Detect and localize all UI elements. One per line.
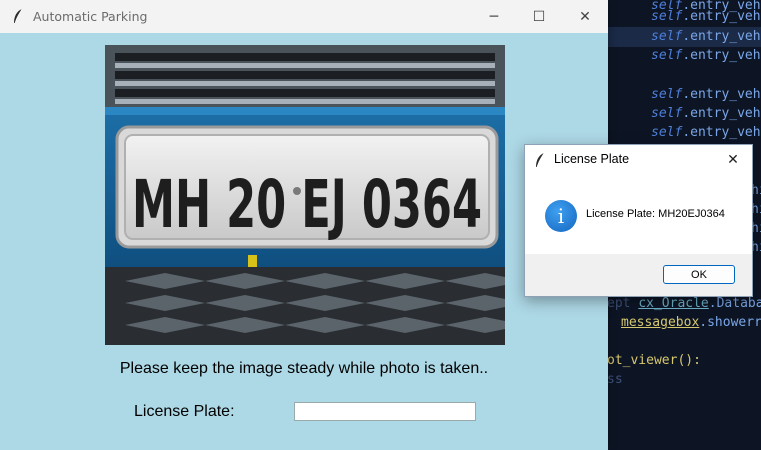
license-plate-image: MH 20 EJ 0364	[105, 45, 505, 345]
close-button[interactable]: ✕	[562, 0, 608, 33]
code-line: self.entry_vehi	[651, 48, 761, 63]
code-line-except: ept cx_Oracle.Databa	[607, 296, 761, 311]
dialog-title: License Plate	[554, 152, 630, 166]
dialog-close-button[interactable]: ✕	[718, 145, 748, 175]
code-line: self.entry_vehi	[651, 29, 761, 44]
dialog-message: License Plate: MH20EJ0364	[586, 208, 725, 220]
feather-icon	[536, 152, 545, 168]
license-plate-input[interactable]	[294, 402, 476, 421]
code-line: self.entry_vehi	[651, 125, 761, 140]
info-icon: i	[545, 200, 577, 232]
license-plate-dialog: License Plate ✕ i License Plate: MH20EJ0…	[524, 144, 753, 297]
window-title: Automatic Parking	[33, 9, 148, 24]
minimize-button[interactable]: ─	[471, 0, 517, 33]
window-titlebar[interactable]: Automatic Parking ─ ☐ ✕	[0, 0, 608, 33]
plate-number-text: MH 20 EJ 0364	[132, 166, 482, 243]
dialog-footer: OK	[525, 254, 752, 296]
camera-photo: MH 20 EJ 0364	[105, 45, 505, 345]
code-line-pass: ss	[607, 372, 623, 387]
feather-icon	[14, 8, 23, 24]
code-line: self.entry_vehi	[651, 87, 761, 102]
maximize-button[interactable]: ☐	[516, 0, 562, 33]
instruction-text: Please keep the image steady while photo…	[119, 360, 489, 377]
automatic-parking-window: Automatic Parking ─ ☐ ✕ MH 20 EJ 0364 Pl…	[0, 0, 608, 450]
code-line-messagebox: messagebox.showerr	[621, 315, 761, 330]
dialog-titlebar[interactable]: License Plate ✕	[525, 145, 752, 175]
code-line: self.entry_vehi	[651, 9, 761, 24]
code-line-viewer: ot_viewer():	[607, 353, 701, 368]
code-line: self.entry_vehi	[651, 106, 761, 121]
ok-button[interactable]: OK	[663, 265, 735, 284]
license-plate-label: License Plate:	[134, 403, 235, 420]
